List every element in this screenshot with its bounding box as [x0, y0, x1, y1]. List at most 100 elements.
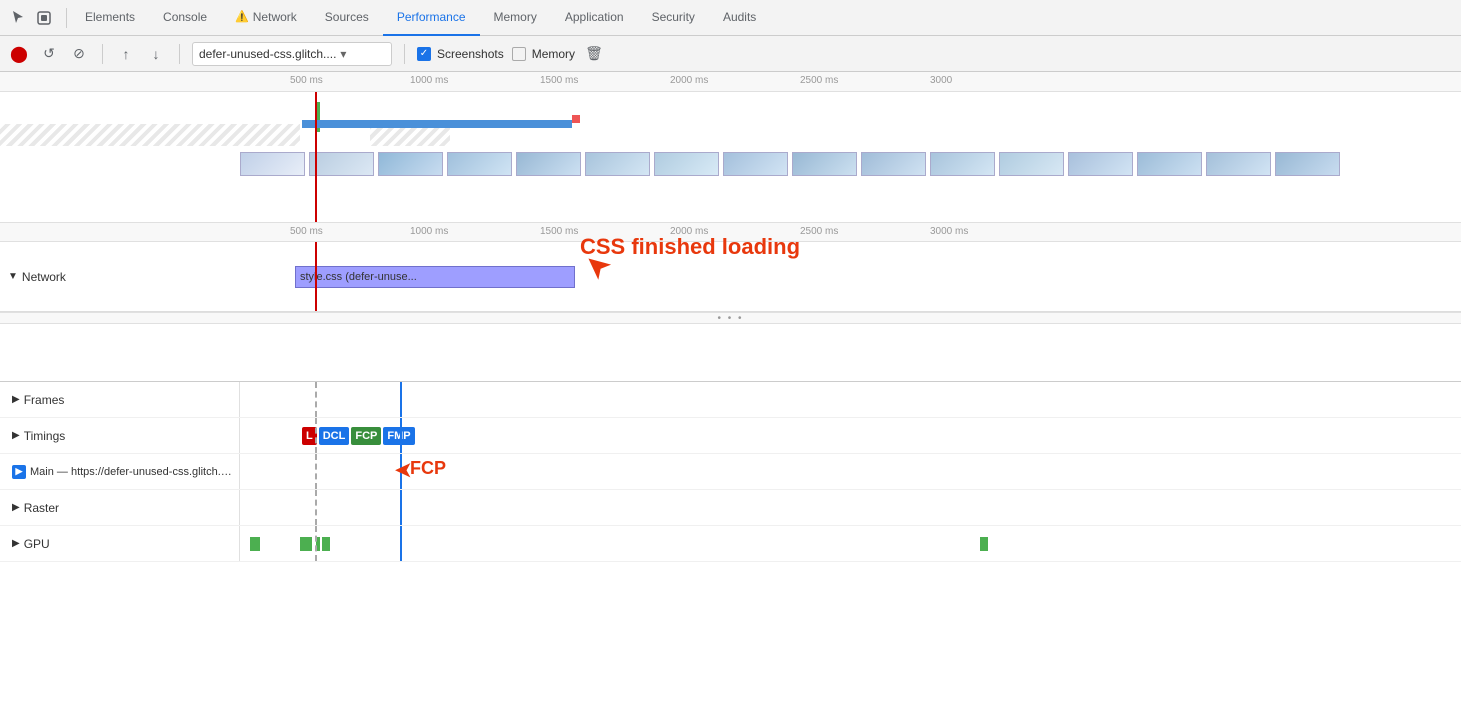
badge-dcl[interactable]: DCL: [319, 427, 350, 445]
main-layout: 500 ms 1000 ms 1500 ms 2000 ms 2500 ms 3…: [0, 72, 1461, 711]
badge-fcp[interactable]: FCP: [351, 427, 381, 445]
tab-bar: Elements Console Network Sources Perform…: [0, 0, 1461, 36]
fcp-arrow-icon: ➤: [395, 458, 412, 483]
network-triangle-icon: ▼: [8, 271, 18, 282]
fcp-annotation-text: FCP: [410, 458, 446, 479]
url-text: defer-unused-css.glitch....: [199, 47, 336, 61]
screenshot-thumb: [792, 152, 857, 176]
screenshots-checkbox[interactable]: ✓: [417, 47, 431, 61]
frames-track-row: ▶ Frames: [0, 382, 1461, 418]
vline-blue-frames: [400, 382, 402, 417]
tick2-500: 500 ms: [290, 226, 323, 237]
tab-memory[interactable]: Memory: [480, 0, 551, 36]
gpu-bar-4: [322, 537, 330, 551]
red-dot: [572, 115, 580, 123]
url-dropdown-icon[interactable]: ▾: [340, 47, 346, 61]
raster-track-label[interactable]: ▶ Raster: [0, 490, 240, 525]
tick2-1000: 1000 ms: [410, 226, 448, 237]
tab-application-label: Application: [565, 10, 624, 24]
tick2-1500: 1500 ms: [540, 226, 578, 237]
tab-performance[interactable]: Performance: [383, 0, 480, 36]
tab-sources[interactable]: Sources: [311, 0, 383, 36]
tab-application[interactable]: Application: [551, 0, 638, 36]
tab-security-label: Security: [652, 10, 695, 24]
separator-3: [404, 44, 405, 64]
timings-track-label[interactable]: ▶ Timings: [0, 418, 240, 453]
top-panel: 500 ms 1000 ms 1500 ms 2000 ms 2500 ms 3…: [0, 72, 1461, 382]
frames-expand-icon: ▶: [12, 394, 20, 405]
toolbar-icons: [8, 8, 67, 28]
tab-network[interactable]: Network: [221, 0, 311, 36]
tab-console[interactable]: Console: [149, 0, 221, 36]
record-button[interactable]: ⬤: [8, 43, 30, 65]
overview-bar-blue: [302, 120, 572, 128]
memory-checkbox[interactable]: [512, 47, 526, 61]
gpu-track-label[interactable]: ▶ GPU: [0, 526, 240, 561]
network-label[interactable]: ▼ Network: [8, 270, 66, 284]
bottom-panel: ▶ Frames ▶ Timings L DCL FCP FMP: [0, 382, 1461, 711]
gpu-label-text: GPU: [24, 537, 50, 551]
gpu-expand-icon: ▶: [12, 538, 20, 549]
screenshot-thumb: [309, 152, 374, 176]
screenshot-thumb: [1206, 152, 1271, 176]
vline-blue-gpu: [400, 526, 402, 561]
memory-label[interactable]: Memory: [532, 47, 575, 61]
refresh-button[interactable]: ↺: [38, 43, 60, 65]
tick-1500: 1500 ms: [540, 75, 578, 86]
separator-2: [179, 44, 180, 64]
screenshot-row: [240, 152, 1342, 176]
css-bar-label: style.css (defer-unuse...: [300, 271, 417, 283]
screenshots-checkbox-group: ✓ Screenshots: [417, 47, 504, 61]
tick-2000: 2000 ms: [670, 75, 708, 86]
vline-dashed-timings-1: [315, 418, 317, 453]
tab-console-label: Console: [163, 10, 207, 24]
main-blue-icon: ▶: [12, 465, 26, 479]
gpu-track-content: [240, 526, 1461, 561]
vline-dashed-frames-1: [315, 382, 317, 417]
tick-2500: 2500 ms: [800, 75, 838, 86]
frames-label-text: Frames: [24, 393, 65, 407]
inspect-icon[interactable]: [34, 8, 54, 28]
network-section-label: Network: [22, 270, 66, 284]
overview-area[interactable]: [0, 92, 1461, 222]
timings-track-row: ▶ Timings L DCL FCP FMP: [0, 418, 1461, 454]
frames-track-label[interactable]: ▶ Frames: [0, 382, 240, 417]
badge-fmp[interactable]: FMP: [383, 427, 414, 445]
dots-divider: • • •: [0, 312, 1461, 324]
tab-sources-label: Sources: [325, 10, 369, 24]
ruler-top: 500 ms 1000 ms 1500 ms 2000 ms 2500 ms 3…: [0, 72, 1461, 92]
gpu-track-row: ▶ GPU: [0, 526, 1461, 562]
tab-performance-label: Performance: [397, 10, 466, 24]
main-track-label[interactable]: ▶ Main — https://defer-unused-css.glitch…: [0, 454, 240, 489]
main-track-row: ▶ Main — https://defer-unused-css.glitch…: [0, 454, 1461, 490]
vline-blue-timings: [400, 418, 402, 453]
gpu-bar-5: [980, 537, 988, 551]
cursor-icon[interactable]: [8, 8, 28, 28]
screenshot-thumb: [1137, 152, 1202, 176]
tab-audits[interactable]: Audits: [709, 0, 770, 36]
download-button[interactable]: ↓: [145, 43, 167, 65]
css-bar[interactable]: style.css (defer-unuse...: [295, 266, 575, 288]
tab-elements-label: Elements: [85, 10, 135, 24]
screenshot-thumb: [447, 152, 512, 176]
separator-1: [102, 44, 103, 64]
tick-3000: 3000: [930, 75, 952, 86]
stop-button[interactable]: ⊘: [68, 43, 90, 65]
main-label-text: Main — https://defer-unused-css.glitch.m…: [30, 466, 239, 478]
raster-track-row: ▶ Raster: [0, 490, 1461, 526]
timings-label-text: Timings: [24, 429, 66, 443]
hatched-left: [0, 124, 300, 146]
tab-elements[interactable]: Elements: [71, 0, 149, 36]
tab-memory-label: Memory: [494, 10, 537, 24]
screenshots-label[interactable]: Screenshots: [437, 47, 504, 61]
screenshot-thumb: [1068, 152, 1133, 176]
trash-button[interactable]: 🗑: [583, 43, 605, 65]
frames-track-content: [240, 382, 1461, 417]
tick-500: 500 ms: [290, 75, 323, 86]
upload-button[interactable]: ↑: [115, 43, 137, 65]
tab-audits-label: Audits: [723, 10, 756, 24]
tick-1000: 1000 ms: [410, 75, 448, 86]
tick2-3000: 3000 ms: [930, 226, 968, 237]
memory-checkbox-group: Memory: [512, 47, 575, 61]
tab-security[interactable]: Security: [638, 0, 709, 36]
